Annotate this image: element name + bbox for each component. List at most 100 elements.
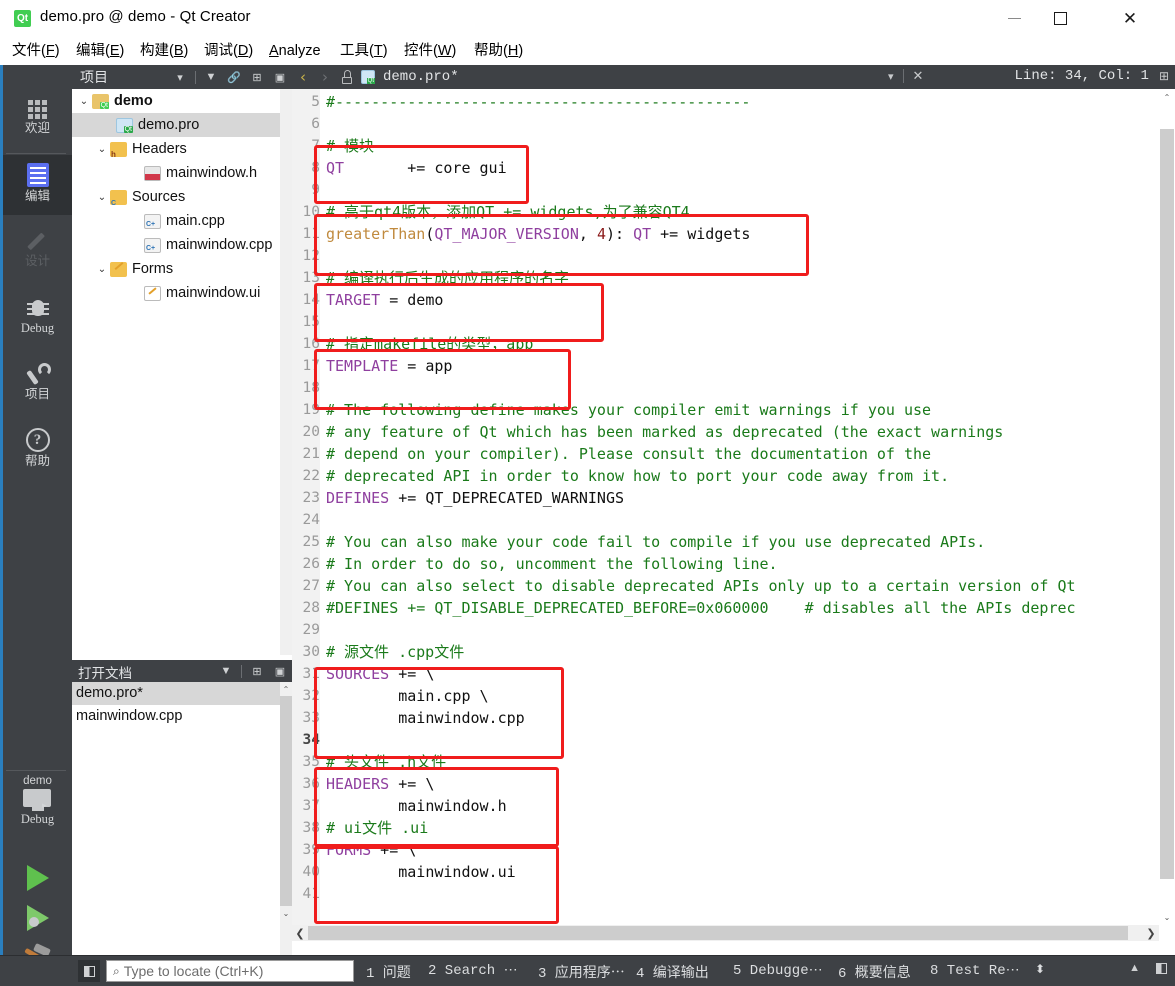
mode-debug[interactable]: Debug <box>3 287 72 347</box>
unlocked-icon[interactable] <box>340 70 353 84</box>
chevron-expanded-icon[interactable]: ⌄ <box>94 144 110 155</box>
tree-item-mainwindow-cpp[interactable]: mainwindow.cpp <box>72 233 280 257</box>
menu-help[interactable]: 帮助(H) <box>470 40 527 62</box>
output-pane-summary[interactable]: 6 概要信息 <box>838 962 911 982</box>
code-line[interactable]: SOURCES += \ <box>326 663 434 685</box>
chevron-expanded-icon[interactable]: ⌄ <box>76 96 92 107</box>
code-editor[interactable]: 5 #--------------------------------------… <box>292 89 1175 941</box>
code-line[interactable]: greaterThan(QT_MAJOR_VERSION, 4): QT += … <box>326 223 750 245</box>
code-line[interactable]: # 头文件 .h文件 <box>326 751 446 773</box>
menu-build[interactable]: 构建(B) <box>136 40 192 62</box>
editor-close-icon[interactable]: ✕ <box>913 68 924 84</box>
tree-item-mainwindow-h[interactable]: mainwindow.h <box>72 161 280 185</box>
code-line[interactable]: # depend on your compiler). Please consu… <box>326 443 931 465</box>
code-line[interactable]: # deprecated API in order to know how to… <box>326 465 949 487</box>
menu-file[interactable]: 文件(F) <box>8 40 64 62</box>
chevron-expanded-icon[interactable]: ⌄ <box>94 192 110 203</box>
navigation-scrollbar[interactable] <box>280 89 292 660</box>
code-content[interactable]: 5 #--------------------------------------… <box>292 89 1175 941</box>
filter-icon[interactable]: ▼ <box>218 663 234 679</box>
run-button[interactable] <box>3 865 72 891</box>
editor-hscrollbar[interactable]: ❮ ❯ <box>292 925 1159 941</box>
code-line[interactable]: # any feature of Qt which has been marke… <box>326 421 1003 443</box>
mode-projects[interactable]: 项目 <box>3 353 72 413</box>
code-line[interactable]: QT += core gui <box>326 157 507 179</box>
code-line[interactable]: #DEFINES += QT_DISABLE_DEPRECATED_BEFORE… <box>326 597 1076 619</box>
maximize-pane-icon[interactable] <box>1156 962 1167 974</box>
mode-help[interactable]: ? 帮助 <box>3 420 72 480</box>
code-line[interactable]: DEFINES += QT_DEPRECATED_WARNINGS <box>326 487 624 509</box>
open-documents-list[interactable]: demo.pro* mainwindow.cpp <box>72 682 280 955</box>
code-line[interactable]: # 编译执行后生成的应用程序的名字 <box>326 267 569 289</box>
code-line[interactable]: main.cpp \ <box>326 685 488 707</box>
hscroll-right-icon[interactable]: ❯ <box>1143 925 1159 941</box>
mode-design[interactable]: 设计 <box>3 220 72 280</box>
code-line[interactable]: # You can also select to disable depreca… <box>326 575 1076 597</box>
code-line[interactable]: FORMS += \ <box>326 839 416 861</box>
editor-filename[interactable]: demo.pro* <box>383 69 459 85</box>
menu-edit[interactable]: 编辑(E) <box>72 40 128 62</box>
back-icon[interactable]: ‹ <box>296 68 310 86</box>
code-line[interactable]: mainwindow.h <box>326 795 506 817</box>
scroll-down-icon[interactable]: ⌄ <box>1159 909 1175 925</box>
open-documents-scrollbar[interactable]: ⌃ ⌄ <box>280 682 292 955</box>
tree-item-demo-pro[interactable]: demo.pro <box>72 113 280 137</box>
menu-analyze[interactable]: Analyze <box>265 40 325 62</box>
tree-item-sources[interactable]: ⌄ Sources <box>72 185 280 209</box>
output-pane-apps[interactable]: 3 应用程序⋯ <box>538 962 625 982</box>
code-line[interactable]: TARGET = demo <box>326 289 443 311</box>
split-add-icon[interactable]: ⊞ <box>249 69 265 85</box>
scroll-down-icon[interactable]: ⌄ <box>280 906 292 920</box>
open-doc-demo-pro[interactable]: demo.pro* <box>72 682 280 705</box>
kit-selector[interactable]: demo ▸ Debug <box>3 775 72 827</box>
mode-edit[interactable]: 编辑 <box>3 155 72 215</box>
code-line[interactable]: mainwindow.cpp <box>326 707 524 729</box>
tree-item-main-cpp[interactable]: main.cpp <box>72 209 280 233</box>
split-add-icon[interactable]: ⊞ <box>249 663 265 679</box>
scroll-up-icon[interactable]: ⌃ <box>280 682 292 696</box>
output-pane-test[interactable]: 8 Test Re⋯ <box>930 962 1020 979</box>
code-line[interactable]: mainwindow.ui <box>326 861 515 883</box>
open-doc-mainwindow-cpp[interactable]: mainwindow.cpp <box>72 705 280 728</box>
menu-widgets[interactable]: 控件(W) <box>400 40 460 62</box>
scroll-up-icon[interactable]: ⌃ <box>1159 89 1175 105</box>
close-button[interactable]: ✕ <box>1107 0 1153 37</box>
forward-icon[interactable]: › <box>318 68 332 86</box>
tree-item-mainwindow-ui[interactable]: mainwindow.ui <box>72 281 280 305</box>
code-line[interactable]: # The following define makes your compil… <box>326 399 931 421</box>
menu-debug[interactable]: 调试(D) <box>200 40 257 62</box>
link-icon[interactable]: 🔗 <box>226 69 242 85</box>
code-line[interactable]: # 高于qt4版本，添加QT += widgets,为了兼容QT4 <box>326 201 690 223</box>
locator-field[interactable]: ⌕ Type to locate (Ctrl+K) <box>106 960 354 982</box>
code-line[interactable]: HEADERS += \ <box>326 773 434 795</box>
editor-vscrollbar[interactable]: ⌃ ⌄ <box>1159 89 1175 925</box>
chevron-expanded-icon[interactable]: ⌄ <box>94 264 110 275</box>
filter-icon[interactable]: ▼ <box>203 69 219 85</box>
close-pane-icon[interactable]: ▣ <box>272 663 288 679</box>
code-line[interactable]: # ui文件 .ui <box>326 817 428 839</box>
code-line[interactable]: # In order to do so, uncomment the follo… <box>326 553 778 575</box>
output-pane-compile[interactable]: 4 编译输出 <box>636 962 709 982</box>
output-pane-problems[interactable]: 1 问题 <box>366 962 411 982</box>
toggle-sidebar-icon[interactable] <box>78 960 100 982</box>
chevron-down-icon[interactable]: ▾ <box>172 69 188 85</box>
code-line[interactable]: TEMPLATE = app <box>326 355 452 377</box>
close-pane-icon[interactable]: ▣ <box>272 69 288 85</box>
code-line[interactable]: # 指定makefile的类型，app <box>326 333 533 355</box>
caret-up-icon[interactable]: ▲ <box>1129 962 1140 974</box>
tree-item-headers[interactable]: ⌄ Headers <box>72 137 280 161</box>
maximize-button[interactable] <box>1037 0 1083 37</box>
tree-item-forms[interactable]: ⌄ Forms <box>72 257 280 281</box>
code-line[interactable]: #---------------------------------------… <box>326 91 750 113</box>
mode-welcome[interactable]: 欢迎 <box>3 87 72 147</box>
output-pane-search[interactable]: 2 Search ⋯ <box>428 962 518 979</box>
code-line[interactable]: # 源文件 .cpp文件 <box>326 641 464 663</box>
up-down-arrows-icon[interactable]: ⬍ <box>1035 962 1045 977</box>
menu-tools[interactable]: 工具(T) <box>336 40 392 62</box>
debug-button[interactable] <box>3 905 72 931</box>
project-tree[interactable]: ⌄ demo demo.pro ⌄ Headers mainwindow.h ⌄ <box>72 89 280 660</box>
hscroll-left-icon[interactable]: ❮ <box>292 925 308 941</box>
split-add-icon[interactable]: ⊞ <box>1159 69 1169 83</box>
code-line[interactable]: # 模块 <box>326 135 374 157</box>
minimize-button[interactable] <box>991 0 1037 37</box>
